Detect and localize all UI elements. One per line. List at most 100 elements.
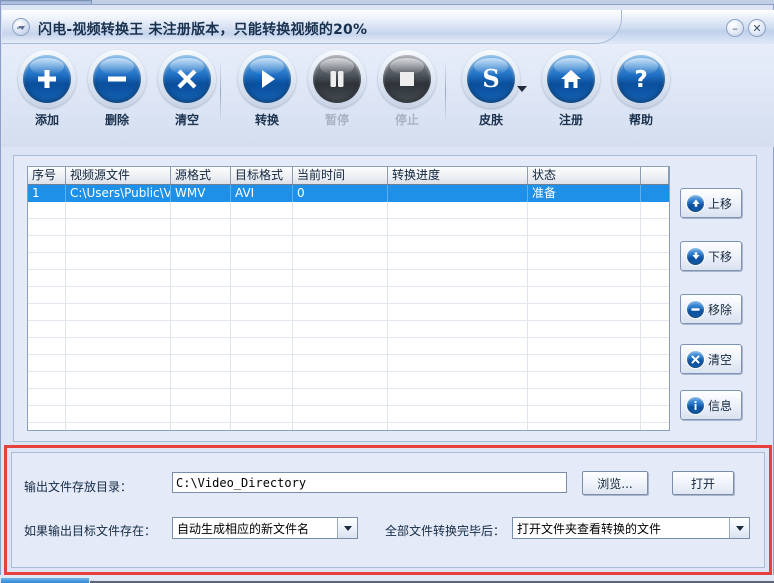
toolbar-button-delete[interactable]: 删除 [80,50,154,128]
table-cell-empty [171,372,231,388]
table-row-empty[interactable] [28,423,669,430]
column-header[interactable]: 序号 [28,167,66,184]
toolbar-button-register[interactable]: 注册 [534,50,608,128]
table-cell-index: 1 [28,185,66,202]
toolbar-label-stop: 停止 [394,113,419,127]
column-header[interactable]: 当前时间 [293,167,388,184]
table-cell-target_format: AVI [231,185,293,202]
table-cell-extra [641,185,669,202]
table-row-empty[interactable] [28,202,669,219]
table-row-empty[interactable] [28,389,669,406]
application-window: 闪电-视频转换王 未注册版本，只能转换视频的20% – ✕ 添加 删除 清空 转… [0,0,774,583]
table-cell-empty [28,338,66,354]
title-bar: 闪电-视频转换王 未注册版本，只能转换视频的20% – ✕ [2,10,774,44]
table-cell-empty [528,202,641,218]
table-cell-empty [388,270,528,286]
table-cell-empty [528,253,641,269]
toolbar-button-clear[interactable]: 清空 [150,50,224,128]
svg-text:S: S [482,64,499,93]
table-cell-empty [388,236,528,252]
table-row-empty[interactable] [28,372,669,389]
table-row-empty[interactable] [28,287,669,304]
table-row-empty[interactable] [28,406,669,423]
table-cell-empty [66,202,171,218]
table-cell-empty [171,423,231,430]
column-header[interactable]: 目标格式 [231,167,293,184]
column-header[interactable]: 源格式 [171,167,231,184]
column-header[interactable]: 转换进度 [388,167,528,184]
table-cell-empty [293,236,388,252]
main-window-frame: 闪电-视频转换王 未注册版本，只能转换视频的20% – ✕ 添加 删除 清空 转… [0,4,774,583]
table-row-empty[interactable] [28,355,669,372]
table-row-empty[interactable] [28,270,669,287]
table-row-empty[interactable] [28,304,669,321]
table-cell-empty [28,304,66,320]
toolbar-button-add[interactable]: 添加 [10,50,84,128]
file-list-body[interactable]: 1C:\Users\Public\Videos\Sa...WMVAVI0 准备 [28,185,669,430]
table-cell-empty [388,355,528,371]
table-row[interactable]: 1C:\Users\Public\Videos\Sa...WMVAVI0 准备 [28,185,669,202]
toolbar-button-convert[interactable]: 转换 [230,50,304,128]
table-cell-empty [641,321,669,337]
home-icon [542,50,600,108]
table-cell-empty [388,287,528,303]
table-cell-empty [171,406,231,422]
table-cell-empty [528,372,641,388]
close-button[interactable]: ✕ [748,19,766,37]
table-cell-empty [528,389,641,405]
table-cell-empty [528,304,641,320]
table-cell-empty [28,355,66,371]
table-cell-empty [293,202,388,218]
table-cell-empty [641,202,669,218]
table-cell-current_time: 0 [293,185,388,202]
toolbar-button-help[interactable]: ? 帮助 [604,50,678,128]
list-button-清空[interactable]: 清空 [680,344,742,374]
table-row-empty[interactable] [28,253,669,270]
table-cell-empty [171,304,231,320]
column-header[interactable]: 视频源文件 [66,167,171,184]
minimize-icon: – [732,21,738,35]
toolbar-label-clear: 清空 [174,113,199,127]
list-button-下移[interactable]: 下移 [680,241,742,271]
minimize-button[interactable]: – [726,19,744,37]
table-cell-empty [388,338,528,354]
window-title: 闪电-视频转换王 未注册版本，只能转换视频的20% [38,22,368,38]
column-header[interactable] [641,167,669,184]
list-button-移除[interactable]: 移除 [680,294,742,324]
table-cell-empty [171,355,231,371]
file-list-grid[interactable]: 序号 视频源文件 源格式 目标格式 当前时间 转换进度 状态 1 C:\Users\Publi… [27,166,670,431]
table-cell-empty [231,287,293,303]
table-cell-empty [528,406,641,422]
table-cell-empty [293,355,388,371]
table-cell-empty [231,321,293,337]
table-cell-empty [28,372,66,388]
table-cell-empty [66,423,171,430]
table-row-empty[interactable] [28,338,669,355]
table-cell-empty [641,355,669,371]
toolbar-button-pause[interactable]: 暂停 [300,50,374,128]
play-icon [238,50,296,108]
table-row-empty[interactable] [28,321,669,338]
table-row-empty[interactable] [28,236,669,253]
table-cell-empty [171,338,231,354]
list-button-信息[interactable]: 信息 [680,390,742,420]
skin-dropdown-caret-icon[interactable] [517,86,527,92]
table-row-empty[interactable] [28,219,669,236]
table-cell-status: 准备 [528,185,641,202]
table-cell-empty [293,287,388,303]
toolbar-button-stop[interactable]: 停止 [370,50,444,128]
status-strip: ··· [0,575,774,583]
question-icon: ? [612,50,670,108]
arrow-down-icon [687,247,704,265]
toolbar-label-pause: 暂停 [324,113,349,127]
list-button-label: 清空 [708,352,733,367]
table-cell-empty [231,406,293,422]
table-cell-progress [388,185,528,202]
table-cell-empty [66,338,171,354]
list-button-上移[interactable]: 上移 [680,188,742,218]
table-cell-empty [28,236,66,252]
table-cell-empty [388,253,528,269]
column-header[interactable]: 状态 [528,167,641,184]
table-cell-empty [231,304,293,320]
table-cell-empty [528,321,641,337]
